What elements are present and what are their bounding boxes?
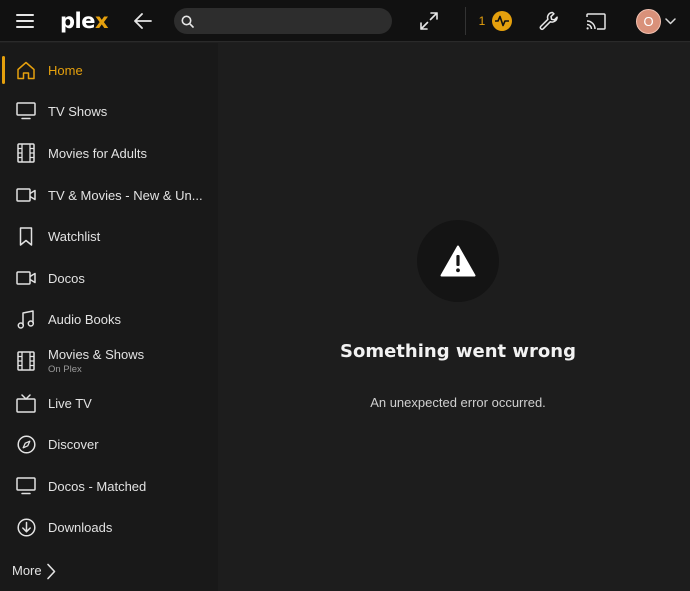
sidebar-item-discover[interactable]: Discover (0, 424, 218, 464)
download-icon (15, 517, 37, 537)
activity-button[interactable] (492, 11, 512, 31)
fullscreen-button[interactable] (414, 6, 444, 36)
sidebar-item-label: Audio Books (48, 311, 121, 327)
logo-text: ple (60, 9, 95, 33)
sidebar-item-movies-for-adults[interactable]: Movies for Adults (0, 133, 218, 173)
chevron-right-icon (46, 563, 60, 581)
user-avatar[interactable]: O (636, 9, 661, 34)
monitor-icon (15, 101, 37, 121)
warning-triangle-icon (440, 245, 476, 277)
cast-button[interactable] (582, 7, 610, 35)
sidebar-item-home[interactable]: Home (0, 50, 218, 90)
back-button[interactable] (128, 6, 158, 36)
film-icon (15, 351, 37, 371)
logo-x: x (94, 9, 109, 33)
film-icon (15, 143, 37, 163)
sidebar-item-movies-shows[interactable]: Movies & Shows On Plex (0, 341, 218, 381)
sidebar-item-live-tv[interactable]: Live TV (0, 383, 218, 423)
cast-icon (586, 12, 606, 30)
sidebar-item-label: TV & Movies - New & Un... (48, 187, 203, 203)
sidebar-item-docos-matched[interactable]: Docos - Matched (0, 466, 218, 506)
plex-logo[interactable]: ple x (60, 8, 109, 34)
home-icon (15, 60, 37, 80)
error-message: An unexpected error occurred. (370, 395, 546, 410)
search-icon (175, 8, 199, 34)
hamburger-menu-button[interactable] (10, 6, 40, 36)
settings-button[interactable] (535, 7, 563, 35)
sidebar-item-audio-books[interactable]: Audio Books (0, 299, 218, 339)
top-bar: ple x 1 O (0, 0, 690, 42)
video-camera-icon (15, 268, 37, 288)
sidebar-item-label: Home (48, 62, 83, 78)
arrow-left-icon (134, 13, 152, 29)
sidebar-item-label: Movies for Adults (48, 145, 147, 161)
activity-pulse-icon (495, 15, 509, 27)
hamburger-icon (16, 14, 34, 28)
compass-icon (15, 434, 37, 454)
sidebar-item-docos[interactable]: Docos (0, 258, 218, 298)
wrench-icon (539, 11, 558, 30)
error-badge (417, 220, 499, 302)
sidebar-item-label: Live TV (48, 395, 92, 411)
activity-count: 1 (478, 14, 486, 28)
video-camera-icon (15, 185, 37, 205)
sidebar-item-watchlist[interactable]: Watchlist (0, 216, 218, 256)
search-bar[interactable] (174, 8, 392, 34)
sidebar-item-sublabel: On Plex (48, 364, 82, 375)
error-title: Something went wrong (340, 341, 576, 362)
tv-antenna-icon (15, 393, 37, 413)
monitor-icon (15, 476, 37, 496)
main-content: Something went wrong An unexpected error… (218, 43, 690, 591)
sidebar-item-label: Movies & Shows (48, 347, 145, 362)
sidebar-item-label: Downloads (48, 519, 113, 535)
sidebar-more-button[interactable]: More (0, 557, 218, 587)
search-input[interactable] (199, 10, 392, 32)
sidebar-item-label: Discover (48, 436, 99, 452)
sidebar-item-tv-movies-new[interactable]: TV & Movies - New & Un... (0, 175, 218, 215)
sidebar-item-label: TV Shows (48, 103, 108, 119)
toolbar-divider (465, 7, 466, 35)
music-note-icon (15, 309, 37, 329)
chevron-down-icon[interactable] (664, 14, 676, 28)
bookmark-icon (15, 226, 37, 246)
expand-icon (420, 12, 438, 30)
more-label: More (12, 563, 42, 578)
sidebar-item-label: Docos - Matched (48, 478, 147, 494)
sidebar-item-label: Docos (48, 270, 85, 286)
sidebar-item-tv-shows[interactable]: TV Shows (0, 91, 218, 131)
sidebar-item-downloads[interactable]: Downloads (0, 507, 218, 547)
sidebar-item-label: Watchlist (48, 228, 101, 244)
sidebar: Home TV Shows Movies for Adults TV & Mov… (0, 43, 218, 591)
